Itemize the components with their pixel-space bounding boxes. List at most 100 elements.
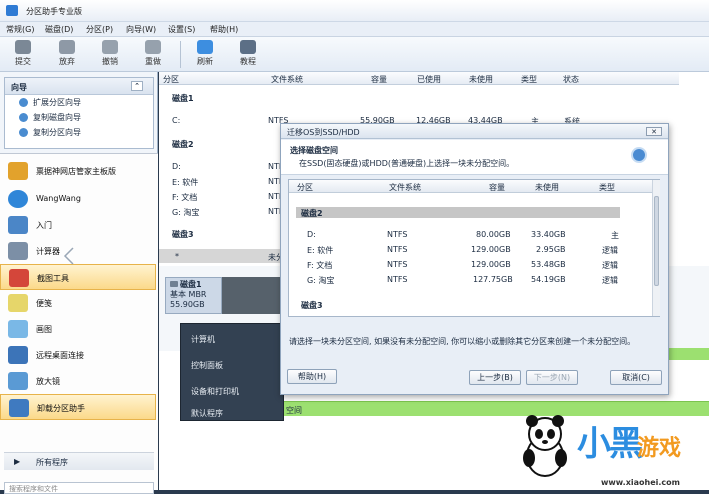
dialog-table-scrollbar[interactable] xyxy=(652,180,660,316)
wizard-item-extend[interactable]: 扩展分区向导 xyxy=(5,95,153,110)
discard-button[interactable]: 放弃 xyxy=(52,40,82,67)
menu-help[interactable]: 帮助(H) xyxy=(210,24,238,35)
menu-bar: 常规(G) 磁盘(D) 分区(P) 向导(W) 设置(S) 帮助(H) xyxy=(0,22,709,37)
disk1-partition-bar[interactable] xyxy=(222,277,284,314)
scissors-icon xyxy=(9,269,29,287)
menu-wizard[interactable]: 向导(W) xyxy=(126,24,156,35)
brand-url: www.xiaohei.com xyxy=(601,478,680,487)
wizard-icon xyxy=(19,113,28,122)
wizard-item-copy-partition[interactable]: 复制分区向导 xyxy=(5,125,153,140)
migrate-os-dialog: 迁移OS到SSD/HDD ✕ 选择磁盘空间 在SSD(固态硬盘)或HDD(普通硬… xyxy=(280,123,669,395)
magnifier-icon xyxy=(8,372,28,390)
disk1-map-label[interactable]: 磁盘1 基本 MBR 55.90GB xyxy=(165,277,222,314)
brand-text-2: 游戏 xyxy=(637,436,682,461)
migrate-disk-icon xyxy=(631,147,647,163)
start-search-input[interactable]: 搜索程序和文件 xyxy=(4,482,154,494)
toolbar: 提交 放弃 撤销 重做 刷新 教程 xyxy=(0,37,709,72)
start-link-computer[interactable]: 计算机 xyxy=(191,334,215,345)
dialog-disk2-row[interactable]: 磁盘2 xyxy=(296,207,620,218)
undo-button[interactable]: 撤销 xyxy=(95,40,125,67)
redo-button[interactable]: 重做 xyxy=(138,40,168,67)
partition-g[interactable]: G: 淘宝 xyxy=(172,207,199,218)
disk-space-table: 分区 文件系统 容量 未使用 类型 磁盘2 D: NTFS 80.00GB 33… xyxy=(288,179,660,317)
tutorial-button[interactable]: 教程 xyxy=(233,40,263,67)
chevron-left-icon xyxy=(63,247,74,265)
close-icon[interactable]: ✕ xyxy=(646,127,662,136)
calculator-icon xyxy=(8,242,28,260)
start-item-sticky-notes[interactable]: 便笺 xyxy=(0,290,156,316)
watermark-logo: 小黑 游戏 www.xiaohei.com xyxy=(505,410,709,490)
dialog-hint: 请选择一块未分区空间, 如果没有未分配空间, 你可以缩小或删除其它分区来创建一个… xyxy=(289,337,636,346)
refresh-icon xyxy=(197,40,213,54)
start-item-remote-desktop[interactable]: 远程桌面连接 xyxy=(0,342,156,368)
dialog-row-g[interactable]: G: 淘宝 NTFS 127.75GB 54.19GB 逻辑 xyxy=(289,273,652,287)
wangwang-icon xyxy=(8,190,28,208)
start-item-calculator[interactable]: 计算器 xyxy=(0,238,156,264)
wizard-header[interactable]: 向导 ⌃ xyxy=(5,78,153,95)
prev-button[interactable]: 上一步(B) xyxy=(469,370,521,385)
window-title: 分区助手专业版 xyxy=(26,7,82,16)
note-icon xyxy=(8,294,28,312)
wizard-item-copy-disk[interactable]: 复制磁盘向导 xyxy=(5,110,153,125)
paint-icon xyxy=(8,320,28,338)
dialog-row-d[interactable]: D: NTFS 80.00GB 33.40GB 主 xyxy=(289,228,652,242)
collapse-icon[interactable]: ⌃ xyxy=(131,81,143,91)
app-icon xyxy=(6,5,18,16)
start-item-wangwang[interactable]: WangWang xyxy=(0,186,156,212)
scroll-thumb[interactable] xyxy=(654,196,659,286)
discard-icon xyxy=(59,40,75,54)
store-icon xyxy=(8,162,28,180)
book-icon xyxy=(240,40,256,54)
menu-settings[interactable]: 设置(S) xyxy=(168,24,195,35)
partition-c[interactable]: C: xyxy=(172,116,180,125)
dialog-table-header: 分区 文件系统 容量 未使用 类型 xyxy=(289,180,652,193)
disk2-label: 磁盘2 xyxy=(172,140,194,149)
help-button[interactable]: 帮助(H) xyxy=(287,369,337,384)
dialog-row-e[interactable]: E: 软件 NTFS 129.00GB 2.95GB 逻辑 xyxy=(289,243,652,257)
toolbar-divider xyxy=(180,41,181,68)
cancel-button[interactable]: 取消(C) xyxy=(610,370,662,385)
disk3-label: 磁盘3 xyxy=(172,230,194,239)
title-bar: 分区助手专业版 xyxy=(0,0,709,22)
uninstall-icon xyxy=(9,399,29,417)
dialog-disk3-row[interactable]: 磁盘3 xyxy=(289,298,652,312)
getting-started-icon xyxy=(8,216,28,234)
all-programs[interactable]: ▶ 所有程序 xyxy=(4,452,154,470)
start-link-default-programs[interactable]: 默认程序 xyxy=(191,408,223,419)
disk1-label: 磁盘1 xyxy=(172,94,194,103)
undo-icon xyxy=(102,40,118,54)
disk-icon xyxy=(170,281,178,287)
start-item-paint[interactable]: 画图 xyxy=(0,316,156,342)
dialog-titlebar: 迁移OS到SSD/HDD ✕ xyxy=(281,124,668,139)
start-item-snipping-tool[interactable]: 截图工具 xyxy=(0,264,156,290)
start-item-uninstall[interactable]: 卸载分区助手 xyxy=(0,394,156,420)
wizard-icon xyxy=(19,128,28,137)
start-item-magnifier[interactable]: 放大镜 xyxy=(0,368,156,394)
menu-partition[interactable]: 分区(P) xyxy=(86,24,113,35)
partition-f[interactable]: F: 文档 xyxy=(172,192,197,203)
menu-disk[interactable]: 磁盘(D) xyxy=(45,24,73,35)
arrow-right-icon: ▶ xyxy=(14,457,21,466)
remote-desktop-icon xyxy=(8,346,28,364)
wizard-icon xyxy=(19,98,28,107)
dialog-row-f[interactable]: F: 文档 NTFS 129.00GB 53.48GB 逻辑 xyxy=(289,258,652,272)
partition-e[interactable]: E: 软件 xyxy=(172,177,198,188)
wizard-panel: 向导 ⌃ 扩展分区向导 复制磁盘向导 复制分区向导 xyxy=(4,77,154,149)
submit-button[interactable]: 提交 xyxy=(8,40,38,67)
start-link-control-panel[interactable]: 控制面板 xyxy=(191,360,223,371)
next-button[interactable]: 下一步(N) xyxy=(526,370,578,385)
menu-general[interactable]: 常规(G) xyxy=(6,24,34,35)
unallocated-bar-top[interactable] xyxy=(668,348,709,360)
partition-table-header: 分区 文件系统 容量 已使用 未使用 类型 状态 xyxy=(159,72,679,85)
start-menu: 票据神网店管家主板版 WangWang 入门 计算器 截图工具 便笺 画图 远程… xyxy=(0,153,158,494)
dialog-header: 选择磁盘空间 在SSD(固态硬盘)或HDD(普通硬盘)上选择一块未分配空间。 xyxy=(281,140,668,175)
check-icon xyxy=(15,40,31,54)
partition-d[interactable]: D: xyxy=(172,162,181,171)
start-link-devices-printers[interactable]: 设备和打印机 xyxy=(191,386,239,397)
brand-text: 小黑 xyxy=(577,424,643,464)
redo-icon xyxy=(145,40,161,54)
refresh-button[interactable]: 刷新 xyxy=(190,40,220,67)
start-menu-right-pane: 计算机 控制面板 设备和打印机 默认程序 xyxy=(180,323,284,421)
start-item-getting-started[interactable]: 入门 xyxy=(0,212,156,238)
start-item-piaoju[interactable]: 票据神网店管家主板版 xyxy=(0,158,156,184)
